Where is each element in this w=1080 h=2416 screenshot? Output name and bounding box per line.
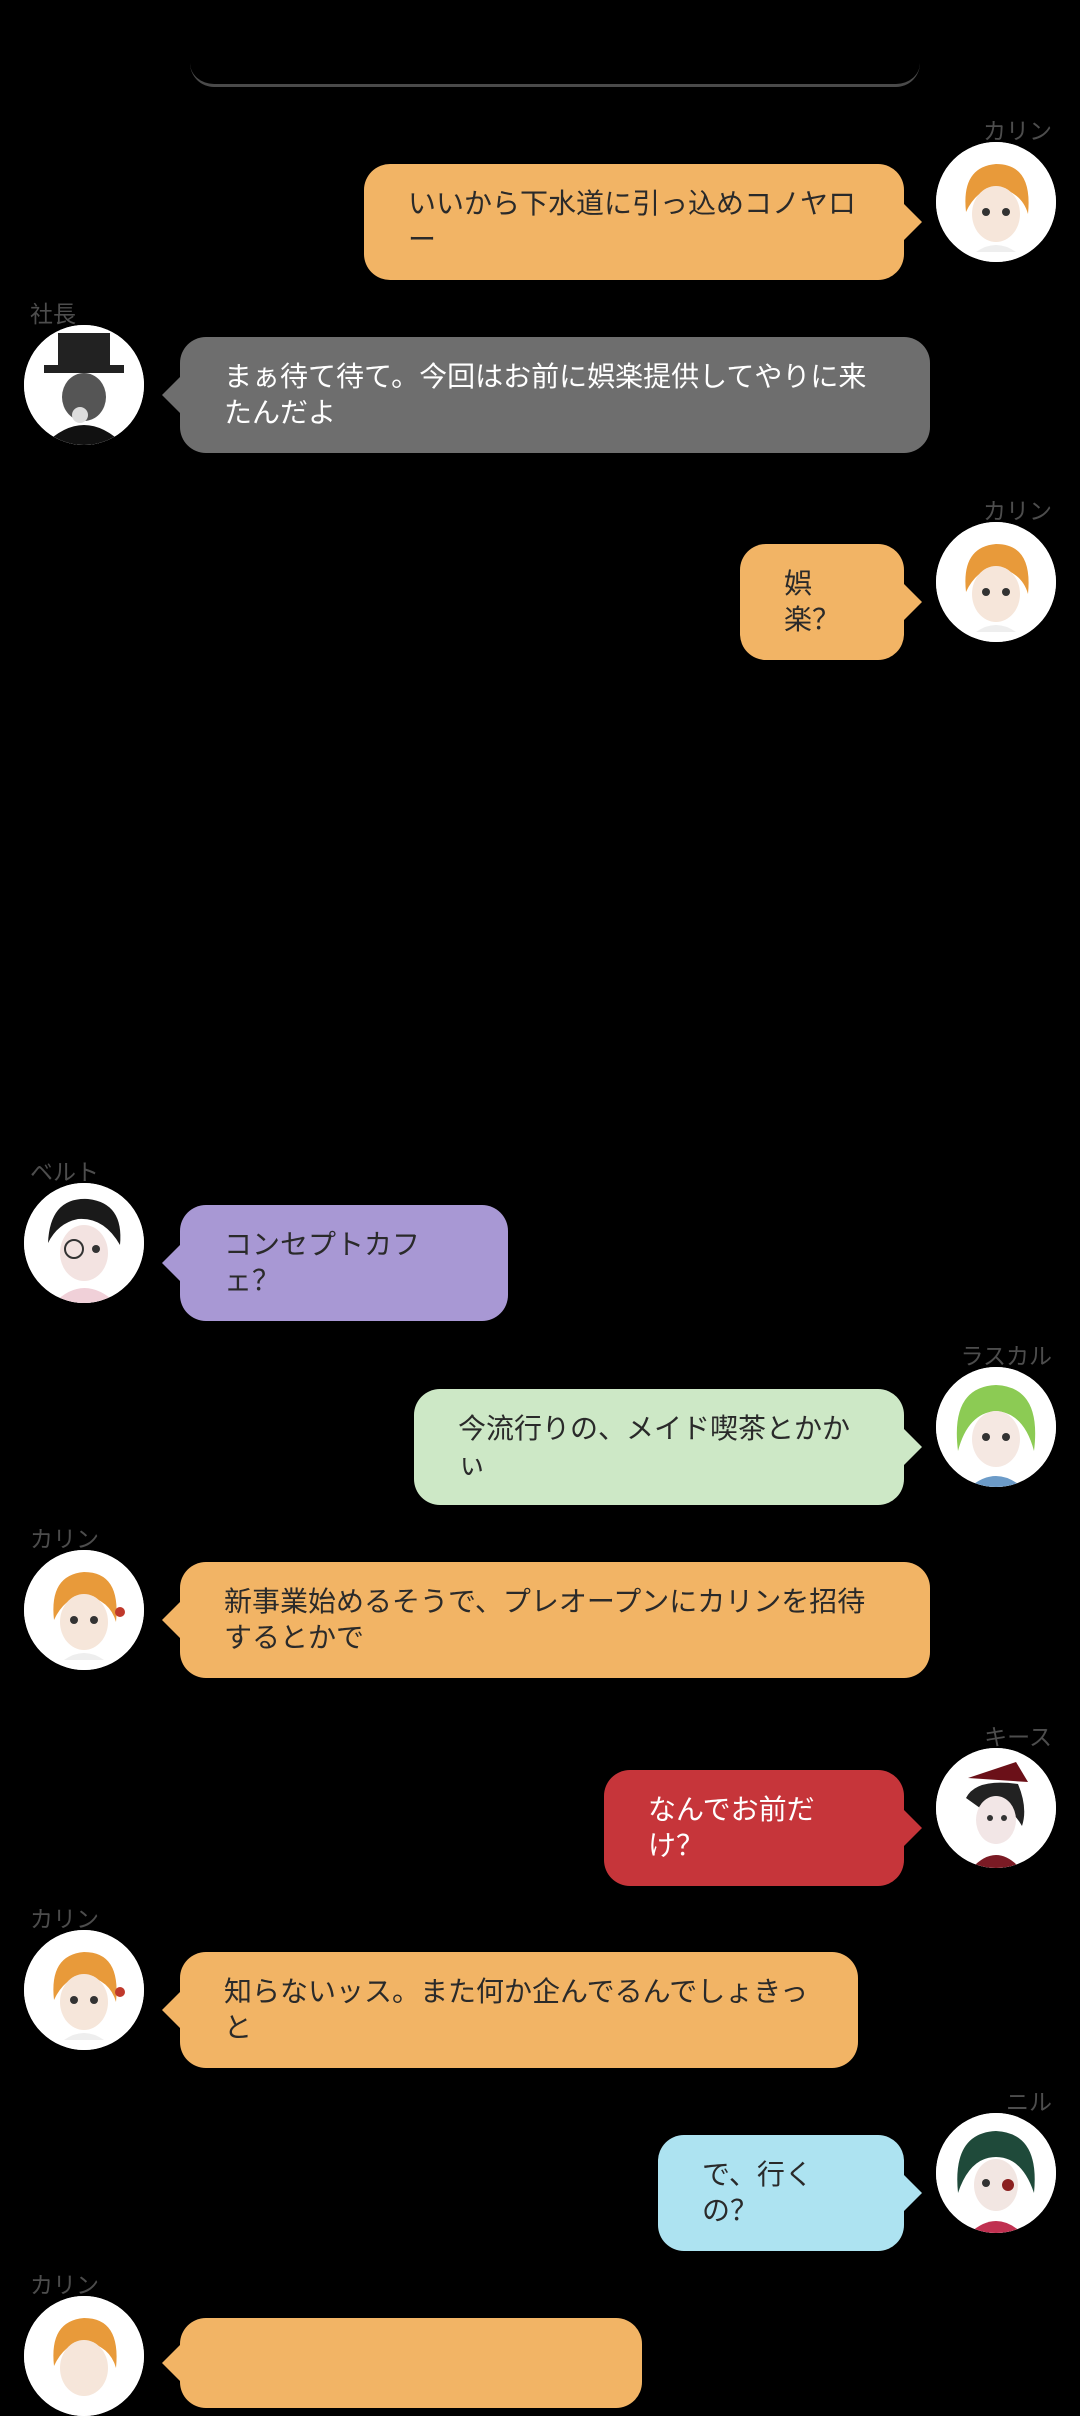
speaker-name: ベルト [30, 1160, 99, 1186]
chat-log[interactable]: カリン いいから下水道に引っ込めコノヤロー 社長 まぁ待て待て。今回はお前に娯楽… [0, 0, 1080, 2416]
rascal-avatar-icon[interactable] [936, 1367, 1056, 1487]
speaker-name: カリン [983, 119, 1052, 145]
message-bubble[interactable]: で、行くの？ [658, 2135, 922, 2251]
speaker-name: ニル [1006, 2090, 1052, 2116]
message-bubble[interactable]: なんでお前だけ？ [604, 1770, 922, 1886]
message-text: まぁ待て待て。今回はお前に娯楽提供してやりに来たんだよ [224, 360, 867, 429]
message-bubble[interactable]: コンセプトカフェ？ [162, 1205, 508, 1321]
karin-avatar-icon[interactable] [24, 1550, 144, 1670]
keith-avatar-icon[interactable] [936, 1748, 1056, 1868]
message-text: 新事業始めるそうで、プレオープンにカリンを招待するとかで [224, 1585, 866, 1654]
speaker-name: カリン [30, 1907, 99, 1933]
message-bubble[interactable]: 今流行りの、メイド喫茶とかかぃ [414, 1389, 922, 1505]
belt-avatar-icon[interactable] [24, 1183, 144, 1303]
message-text: なんでお前だけ？ [648, 1793, 815, 1862]
speaker-name: カリン [30, 1527, 99, 1553]
message-bubble[interactable]: 娯楽？ [740, 544, 922, 660]
karin-avatar-icon[interactable] [936, 142, 1056, 262]
message-bubble[interactable]: まぁ待て待て。今回はお前に娯楽提供してやりに来たんだよ [162, 337, 930, 453]
karin-avatar-icon[interactable] [24, 1930, 144, 2050]
speaker-name: カリン [983, 499, 1052, 525]
shachou-avatar-icon[interactable] [24, 325, 144, 445]
message-text: コンセプトカフェ？ [224, 1228, 421, 1297]
speaker-name: ラスカル [960, 1344, 1052, 1370]
message-bubble[interactable] [162, 2318, 642, 2408]
message-text: いいから下水道に引っ込めコノヤロー [408, 187, 857, 256]
message-text: 娯楽？ [784, 567, 841, 636]
speaker-name: キース [984, 1725, 1052, 1751]
karin-avatar-icon[interactable] [936, 522, 1056, 642]
message-text: 知らないッス。また何か企んでるんでしょきっと [224, 1975, 809, 2044]
speaker-name: 社長 [30, 302, 76, 328]
speaker-name: カリン [30, 2273, 99, 2299]
message-text: 今流行りの、メイド喫茶とかかぃ [458, 1412, 851, 1481]
nil-avatar-icon[interactable] [936, 2113, 1056, 2233]
message-bubble[interactable]: 新事業始めるそうで、プレオープンにカリンを招待するとかで [162, 1562, 930, 1678]
message-bubble[interactable]: いいから下水道に引っ込めコノヤロー [364, 164, 922, 280]
message-text: で、行くの？ [702, 2158, 813, 2227]
message-bubble[interactable]: 知らないッス。また何か企んでるんでしょきっと [162, 1952, 858, 2068]
karin-avatar-icon[interactable] [24, 2296, 144, 2416]
